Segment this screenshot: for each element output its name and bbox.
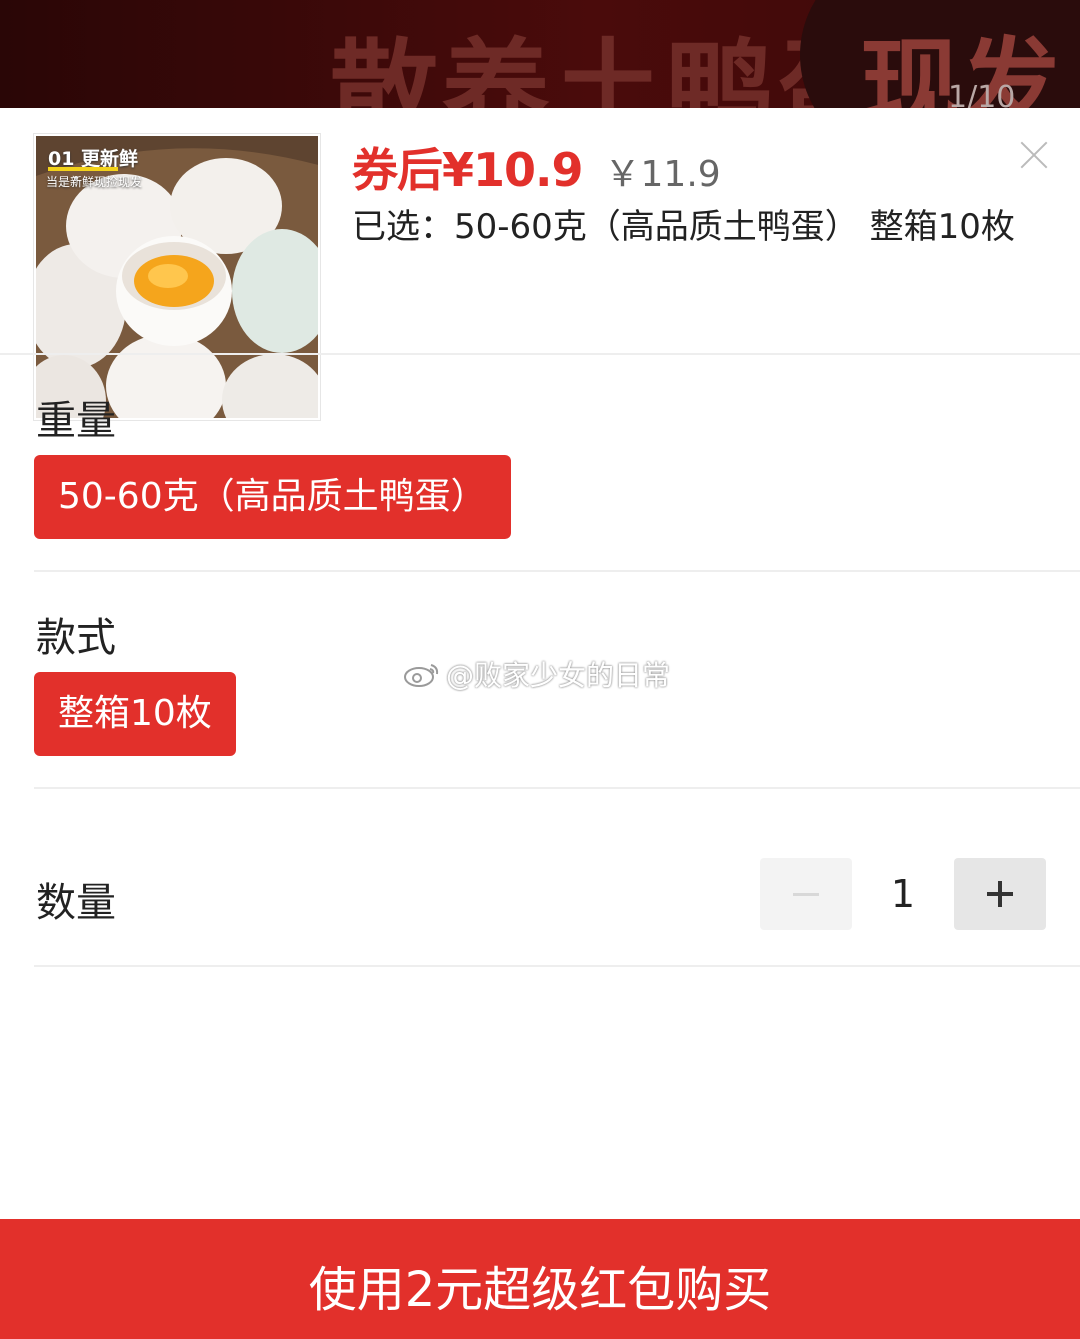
- buy-button[interactable]: 使用2元超级红包购买: [0, 1219, 1080, 1339]
- watermark-text: @败家少女的日常: [446, 659, 671, 692]
- divider: [34, 965, 1080, 967]
- thumbnail-subcaption: 当是新鲜现捡现发: [46, 175, 143, 189]
- coupon-price: 券后¥10.9: [352, 143, 584, 197]
- product-thumbnail[interactable]: 01 更新鲜 当是新鲜现捡现发: [34, 134, 320, 420]
- price-row: 券后¥10.9 ￥11.9: [352, 134, 721, 197]
- product-banner: 散养土鸭蛋 现发 1/10: [0, 0, 1080, 110]
- plus-icon[interactable]: [954, 858, 1046, 930]
- divider: [34, 787, 1080, 789]
- weibo-icon: [404, 664, 439, 687]
- image-counter: 1/10: [948, 80, 1016, 110]
- close-icon[interactable]: [1014, 136, 1054, 176]
- sku-selection-sheet: 01 更新鲜 当是新鲜现捡现发 券后¥10.9 ￥11.9 已选：50-60克（…: [0, 108, 1080, 1339]
- caption-underline: [48, 167, 118, 171]
- divider: [0, 353, 1080, 355]
- weight-section-title: 重量: [36, 398, 116, 444]
- watermark: @败家少女的日常: [402, 654, 670, 694]
- quantity-label: 数量: [36, 880, 116, 926]
- selected-summary: 已选：50-60克（高品质土鸭蛋） 整箱10枚: [352, 207, 1015, 247]
- divider: [34, 570, 1080, 572]
- style-section-title: 款式: [36, 615, 116, 661]
- original-price: ￥11.9: [604, 154, 721, 195]
- style-option-selected[interactable]: 整箱10枚: [34, 672, 236, 756]
- weight-option-selected[interactable]: 50-60克（高品质土鸭蛋）: [34, 455, 511, 539]
- minus-icon[interactable]: [760, 858, 852, 930]
- quantity-value[interactable]: 1: [852, 858, 954, 930]
